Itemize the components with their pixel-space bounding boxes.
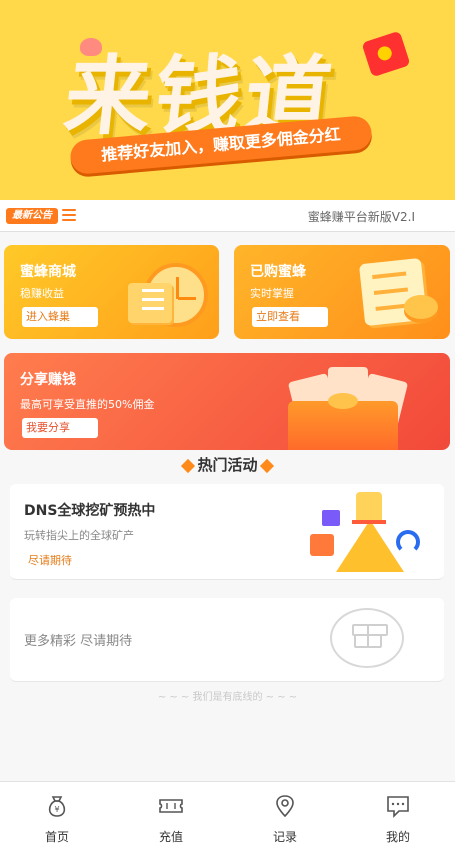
share-earn-card[interactable]: 分享赚钱 最高可享受直推的50%佣金 我要分享	[4, 353, 450, 450]
dress-icon	[330, 490, 410, 574]
shop-card-title: 蜜蜂商城	[20, 264, 76, 280]
enter-hive-button[interactable]: 进入蜂巢	[22, 307, 98, 327]
document-icon	[128, 283, 172, 323]
chat-icon	[387, 796, 409, 818]
notice-bar[interactable]: 最新公告 蜜蜂赚平台新版V2.I	[0, 200, 455, 232]
gift-circle	[330, 608, 404, 668]
speed-lines-icon	[62, 209, 76, 221]
gift-icon	[352, 624, 388, 648]
ticket-icon	[159, 799, 183, 813]
more-coming-card[interactable]: 更多精彩 尽请期待	[10, 598, 444, 682]
coins-icon	[404, 295, 438, 319]
activity-subtitle: 玩转指尖上的全球矿产	[24, 529, 134, 542]
tab-mine-label: 我的	[385, 830, 410, 844]
share-button[interactable]: 我要分享	[22, 418, 98, 438]
diamond-icon	[259, 458, 274, 473]
money-bag-icon: ¥	[48, 796, 66, 817]
tab-recharge-label: 充值	[158, 830, 183, 844]
share-card-title: 分享赚钱	[20, 372, 76, 388]
tab-records-label: 记录	[272, 830, 297, 844]
diamond-icon	[181, 458, 196, 473]
more-coming-text: 更多精彩 尽请期待	[24, 634, 133, 649]
red-envelope-icon	[361, 30, 411, 78]
dns-mining-activity[interactable]: DNS全球挖矿预热中 玩转指尖上的全球矿产 尽请期待	[10, 484, 444, 580]
tab-mine[interactable]: 我的	[341, 782, 455, 852]
notice-badge: 最新公告	[6, 208, 58, 224]
shop-card-subtitle: 稳赚收益	[20, 287, 64, 300]
location-pin-icon	[276, 795, 294, 818]
activity-tag: 尽请期待	[28, 554, 72, 567]
notice-text: 蜜蜂赚平台新版V2.I	[307, 210, 415, 224]
tab-records[interactable]: 记录	[228, 782, 342, 852]
bees-card-subtitle: 实时掌握	[250, 287, 294, 300]
svg-text:¥: ¥	[54, 805, 59, 814]
activity-title: DNS全球挖矿预热中	[24, 503, 156, 519]
bees-card-title: 已购蜜蜂	[250, 264, 306, 280]
share-card-subtitle: 最高可享受直推的50%佣金	[20, 398, 155, 411]
purchased-bees-card[interactable]: 已购蜜蜂 实时掌握 立即查看	[234, 245, 450, 339]
headphones-icon	[396, 530, 420, 554]
hero-banner[interactable]: 来钱道 推荐好友加入，赚取更多佣金分红	[0, 0, 455, 200]
view-now-button[interactable]: 立即查看	[252, 307, 328, 327]
end-of-list-text: ~ ~ ~ 我们是有底线的 ~ ~ ~	[157, 692, 298, 703]
coin-bucket-icon	[288, 393, 398, 450]
shop-card[interactable]: 蜜蜂商城 稳赚收益 进入蜂巢	[4, 245, 219, 339]
tab-home-label: 首页	[44, 830, 69, 844]
hot-activities-heading: 热门活动	[0, 454, 455, 475]
tab-home[interactable]: ¥ 首页	[0, 782, 114, 852]
bottom-tab-bar: ¥ 首页 充值 记录 我的	[0, 781, 455, 852]
tab-recharge[interactable]: 充值	[114, 782, 228, 852]
hot-activities-label: 热门活动	[197, 456, 258, 474]
